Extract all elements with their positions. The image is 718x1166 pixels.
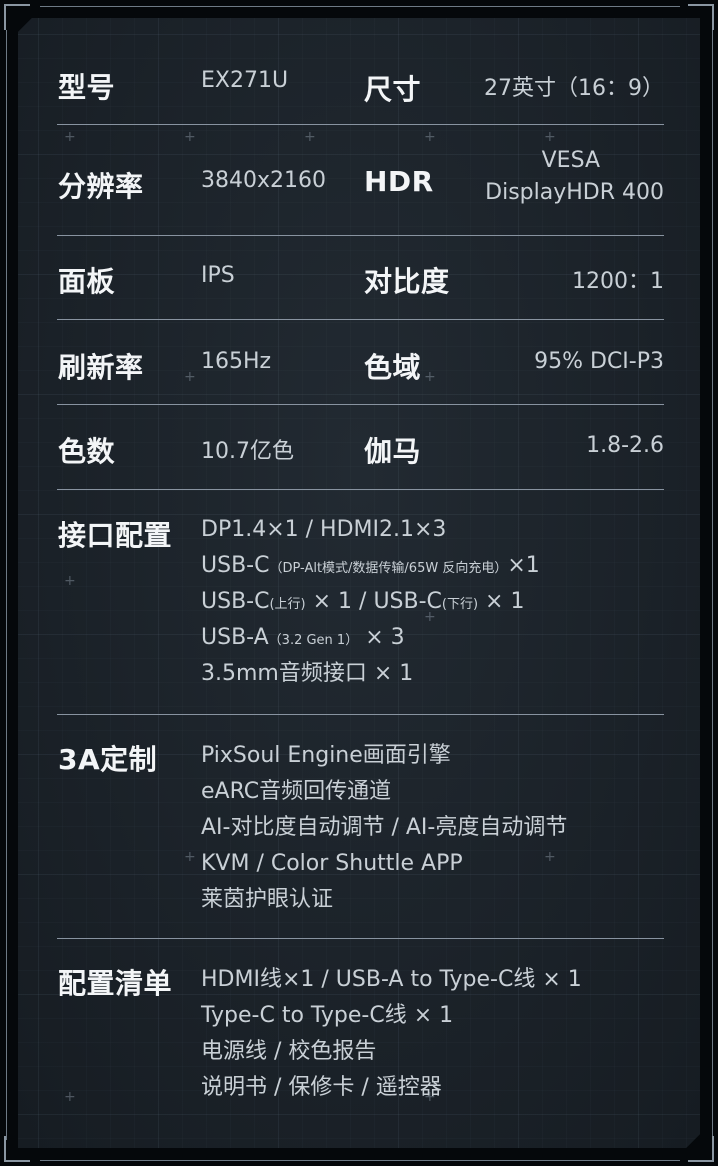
usbc-up-label: USB-C (201, 589, 270, 614)
package-line: 说明书 / 保修卡 / 遥控器 (201, 1075, 442, 1100)
package-line: 电源线 / 校色报告 (201, 1039, 377, 1064)
colors-label: 色数 (58, 435, 116, 468)
custom-line: AI-对比度自动调节 / AI-亮度自动调节 (201, 815, 568, 840)
ports-line: 3.5mm音频接口 × 1 (201, 661, 414, 686)
divider-5 (57, 489, 664, 490)
ports-line: DP1.4×1 / HDMI2.1×3 (201, 517, 447, 542)
package-line: Type-C to Type-C线 × 1 (201, 1003, 454, 1028)
ports-line: USB-A（3.2 Gen 1） × 3 (201, 620, 540, 656)
divider-4 (57, 404, 664, 405)
custom-list: PixSoul Engine画面引擎 eARC音频回传通道 AI-对比度自动调节… (201, 738, 567, 918)
grid-plus-marker: + (424, 369, 436, 385)
frame-right-line (712, 30, 713, 1140)
grid-plus-marker: + (184, 369, 196, 385)
ports-label: 接口配置 (58, 519, 173, 552)
custom-line: PixSoul Engine画面引擎 (201, 743, 451, 768)
refresh-label: 刷新率 (58, 351, 144, 384)
frame-corner-tl (4, 4, 30, 30)
package-label: 配置清单 (58, 967, 173, 1000)
gamut-value: 95% DCI-P3 (534, 349, 664, 374)
gamma-value: 1.8-2.6 (586, 433, 664, 458)
hdr-label: HDR (364, 165, 434, 198)
contrast-label: 对比度 (364, 265, 450, 298)
resolution-value: 3840x2160 (201, 168, 326, 193)
contrast-value: 1200：1 (572, 269, 664, 294)
usbc-down-note: (下行) (441, 597, 479, 612)
gamma-label: 伽马 (364, 435, 422, 468)
hdr-value-line1: VESA (541, 148, 600, 173)
usbc-up-note: (上行) (269, 597, 306, 612)
usbc-mid: × 1 / USB-C (305, 589, 442, 614)
usbc-down-count: × 1 (478, 589, 525, 614)
grid-plus-marker: + (64, 129, 76, 145)
ports-line: USB-C(上行) × 1 / USB-C(下行) × 1 (201, 584, 540, 620)
custom-label: 3A定制 (58, 743, 158, 776)
custom-line: KVM / Color Shuttle APP (201, 851, 463, 876)
usbc-count: ×1 (507, 553, 540, 578)
grid-plus-marker: + (184, 849, 196, 865)
model-value: EX271U (201, 68, 289, 93)
divider-7 (57, 938, 664, 939)
grid-plus-marker: + (544, 129, 556, 145)
custom-line: 莱茵护眼认证 (201, 887, 334, 912)
gamut-label: 色域 (364, 351, 422, 384)
hdr-value-line2: DisplayHDR 400 (485, 180, 664, 205)
ports-list: DP1.4×1 / HDMI2.1×3 USB-C（DP-Alt模式/数据传输/… (201, 512, 540, 692)
grid-plus-marker: + (64, 573, 76, 589)
grid-plus-marker: + (184, 129, 196, 145)
size-value: 27英寸（16：9） (484, 76, 664, 101)
resolution-label: 分辨率 (58, 170, 144, 203)
divider-6 (57, 714, 664, 715)
frame-top-line (40, 6, 680, 7)
size-label: 尺寸 (364, 73, 422, 106)
custom-line: eARC音频回传通道 (201, 779, 392, 804)
usbc-note: （DP-Alt模式/数据传输/65W 反向充电） (269, 561, 508, 576)
grid-plus-marker: + (304, 129, 316, 145)
frame-corner-bl (4, 1136, 30, 1162)
grid-plus-marker: + (64, 1089, 76, 1105)
divider-2 (57, 235, 664, 236)
usba-count: × 3 (358, 625, 405, 650)
divider-1 (57, 124, 664, 125)
model-label: 型号 (58, 71, 116, 104)
usba-label: USB-A (201, 625, 269, 650)
frame-corner-br (688, 1136, 714, 1162)
package-line: HDMI线×1 / USB-A to Type-C线 × 1 (201, 967, 582, 992)
package-list: HDMI线×1 / USB-A to Type-C线 × 1 Type-C to… (201, 962, 582, 1106)
frame-corner-tr (688, 4, 714, 30)
usbc-label: USB-C (201, 553, 270, 578)
panel-label: 面板 (58, 265, 116, 298)
frame-left-line (6, 30, 7, 1140)
usba-note: （3.2 Gen 1） (268, 633, 359, 648)
panel-value: IPS (201, 263, 235, 288)
frame-bottom-line (40, 1160, 680, 1161)
ports-line: USB-C（DP-Alt模式/数据传输/65W 反向充电）×1 (201, 548, 540, 584)
colors-value: 10.7亿色 (201, 439, 294, 464)
grid-plus-marker: + (424, 129, 436, 145)
spec-sheet: + + + + + + + + + + + + + 型号 EX271U 尺寸 2… (0, 0, 718, 1166)
refresh-value: 165Hz (201, 349, 272, 374)
divider-3 (57, 319, 664, 320)
